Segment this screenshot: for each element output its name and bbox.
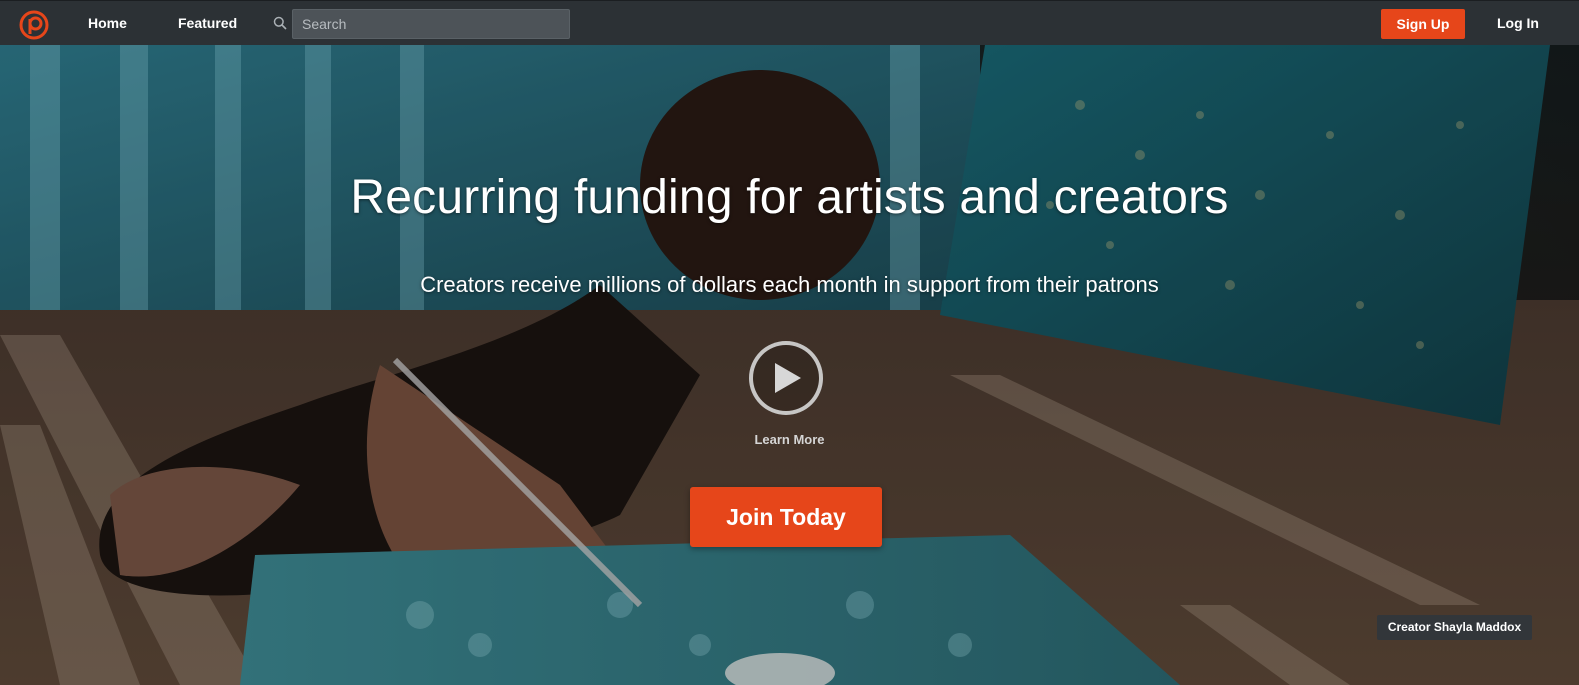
join-today-button[interactable]: Join Today (690, 487, 882, 547)
play-video-button[interactable] (749, 341, 823, 415)
learn-more-link[interactable]: Learn More (0, 432, 1579, 447)
hero-section: Recurring funding for artists and creato… (0, 45, 1579, 685)
signup-button[interactable]: Sign Up (1381, 9, 1465, 39)
nav-featured-link[interactable]: Featured (178, 1, 237, 46)
patreon-logo-icon[interactable] (19, 10, 49, 40)
search-icon (273, 16, 287, 30)
nav-home-link[interactable]: Home (88, 1, 127, 46)
hero-subtitle: Creators receive millions of dollars eac… (420, 272, 1159, 297)
top-navbar: Home Featured Sign Up Log In (0, 0, 1579, 45)
hero-title: Recurring funding for artists and creato… (350, 171, 1229, 224)
play-icon (775, 363, 801, 393)
photo-credit-badge: Creator Shayla Maddox (1377, 615, 1532, 640)
login-link[interactable]: Log In (1497, 1, 1539, 46)
search-input[interactable] (292, 9, 570, 39)
